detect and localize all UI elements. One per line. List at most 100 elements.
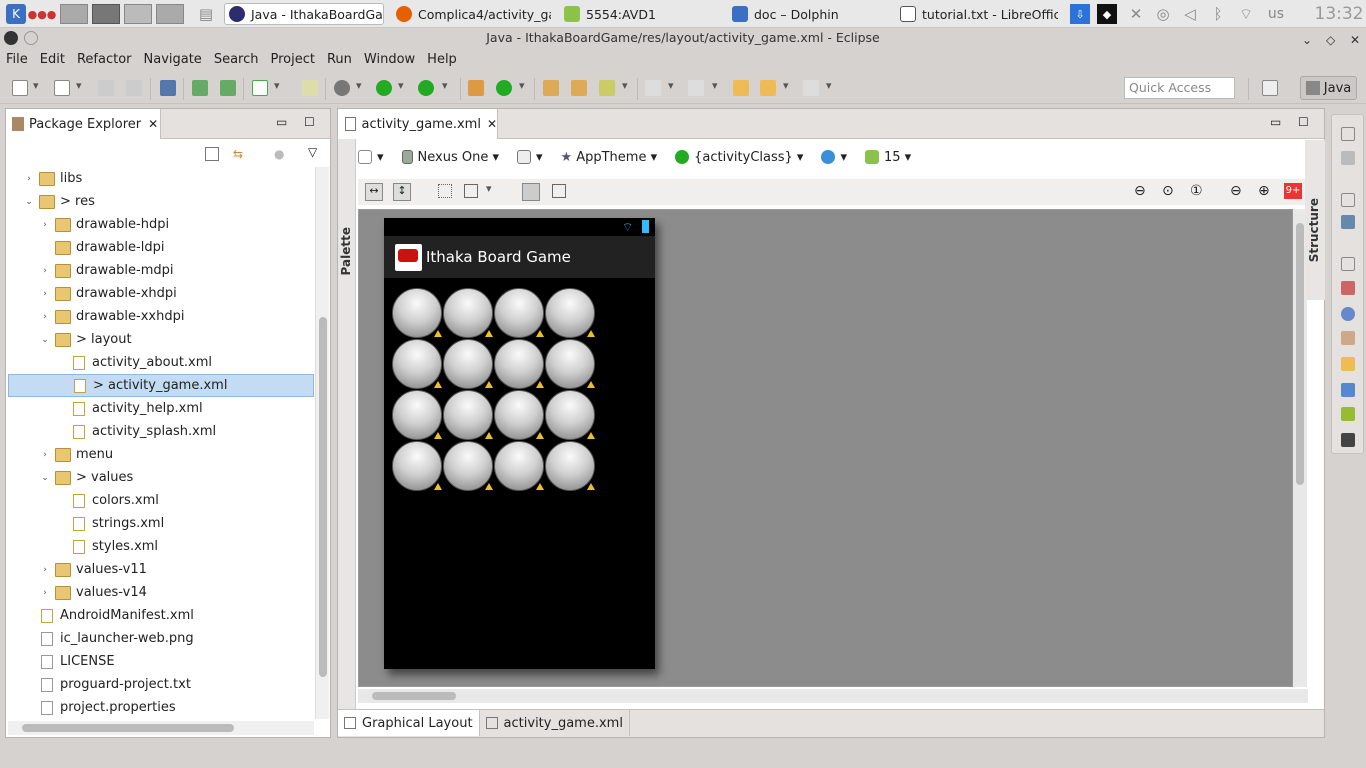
bluetooth-icon[interactable]: ᛒ bbox=[1208, 4, 1228, 24]
tree-item[interactable]: › libs bbox=[8, 167, 314, 190]
menu-help[interactable]: Help bbox=[421, 52, 463, 67]
tree-item[interactable]: strings.xml bbox=[8, 512, 314, 535]
lint-warnings-badge[interactable]: 9+ bbox=[1284, 183, 1302, 199]
desktop-3-icon[interactable] bbox=[124, 4, 152, 24]
tree-item[interactable]: › drawable-mdpi bbox=[8, 259, 314, 282]
wifi-icon[interactable]: ⌔ bbox=[1236, 4, 1256, 24]
link-editor-icon[interactable]: ⇆ bbox=[233, 147, 247, 161]
activity-selector[interactable]: {activityClass} ▾ bbox=[675, 150, 803, 165]
save-all-icon[interactable] bbox=[126, 80, 142, 96]
checkbox-dropdown-icon[interactable]: ▾ bbox=[274, 79, 280, 92]
network-icon[interactable]: ◎ bbox=[1153, 4, 1173, 24]
task-eclipse[interactable]: Java - IthakaBoardGam bbox=[224, 3, 384, 25]
debug-config-icon[interactable] bbox=[160, 80, 176, 96]
java-perspective-button[interactable]: Java bbox=[1300, 76, 1357, 100]
maximize-view-icon[interactable]: ☐ bbox=[304, 115, 315, 129]
new-class-icon[interactable] bbox=[496, 80, 512, 96]
collapse-arrow-icon[interactable]: ⌄ bbox=[40, 473, 50, 483]
api-selector[interactable]: 15 ▾ bbox=[865, 150, 911, 165]
expand-arrow-icon[interactable]: › bbox=[24, 174, 34, 184]
zoom-out-icon[interactable]: ⊖ bbox=[1230, 183, 1242, 199]
restore-icon[interactable] bbox=[1341, 193, 1355, 207]
fill-width-icon[interactable]: ↔ bbox=[365, 183, 383, 201]
device-selector[interactable]: Nexus One ▾ bbox=[401, 150, 499, 165]
task-firefox[interactable]: Complica4/activity_gam bbox=[396, 3, 551, 25]
save-icon[interactable] bbox=[98, 80, 114, 96]
dropbox-icon[interactable]: ◆ bbox=[1097, 4, 1117, 24]
tab-package-explorer[interactable]: Package Explorer ✕ bbox=[6, 109, 161, 139]
lint-icon[interactable] bbox=[302, 80, 318, 96]
open-perspective-icon[interactable] bbox=[1262, 80, 1278, 96]
new-package-icon[interactable] bbox=[468, 80, 484, 96]
new-project-dropdown-icon[interactable]: ▾ bbox=[76, 79, 82, 92]
task-libreoffice[interactable]: tutorial.txt - LibreOffic bbox=[900, 3, 1058, 25]
checkbox-tool-icon[interactable] bbox=[252, 80, 268, 96]
debug-dropdown-icon[interactable]: ▾ bbox=[356, 79, 362, 92]
update-icon[interactable]: ⇩ bbox=[1070, 4, 1090, 24]
search-view-icon[interactable] bbox=[1341, 357, 1355, 371]
search-tool-icon[interactable] bbox=[599, 80, 615, 96]
scroll-thumb[interactable] bbox=[372, 692, 456, 700]
desktop-2-icon[interactable] bbox=[92, 4, 120, 24]
quick-access-input[interactable]: Quick Access bbox=[1124, 77, 1235, 99]
tools-icon[interactable]: ✕ bbox=[1126, 4, 1146, 24]
tree-item[interactable]: activity_splash.xml bbox=[8, 420, 314, 443]
tree-item[interactable]: ⌄ > layout bbox=[8, 328, 314, 351]
clock[interactable]: 13:32 bbox=[1314, 4, 1364, 24]
zoom-fit-icon[interactable]: ⊖ bbox=[1134, 183, 1146, 199]
keyboard-layout[interactable]: us bbox=[1264, 4, 1288, 24]
tree-item[interactable]: activity_about.xml bbox=[8, 351, 314, 374]
new-dropdown-icon[interactable]: ▾ bbox=[33, 79, 39, 92]
margins-icon[interactable] bbox=[438, 184, 452, 198]
theme-selector[interactable]: ★ AppTheme ▾ bbox=[561, 150, 658, 165]
menu-refactor[interactable]: Refactor bbox=[71, 52, 138, 67]
declaration-icon[interactable] bbox=[1341, 331, 1355, 345]
desktop-1-icon[interactable] bbox=[60, 4, 88, 24]
menu-run[interactable]: Run bbox=[321, 52, 358, 67]
back-icon[interactable] bbox=[760, 80, 776, 96]
prev-annotation-icon[interactable] bbox=[688, 80, 704, 96]
back-dropdown-icon[interactable]: ▾ bbox=[783, 79, 789, 92]
devices-icon[interactable] bbox=[1341, 433, 1355, 447]
zoom-in-icon[interactable]: ⊕ bbox=[1258, 183, 1270, 199]
run-dropdown-icon[interactable]: ▾ bbox=[398, 79, 404, 92]
orientation-selector[interactable]: ▾ bbox=[517, 150, 543, 165]
desktop-4-icon[interactable] bbox=[156, 4, 184, 24]
layout-canvas[interactable]: ⌔ Ithaka Board Game bbox=[358, 209, 1293, 687]
config-selector[interactable]: ▾ bbox=[358, 150, 384, 165]
tree-item[interactable]: project.properties bbox=[8, 696, 314, 719]
tab-xml-source[interactable]: activity_game.xml bbox=[480, 710, 630, 736]
run-external-dropdown-icon[interactable]: ▾ bbox=[442, 79, 448, 92]
tree-item[interactable]: LICENSE bbox=[8, 650, 314, 673]
canvas-horizontal-scrollbar[interactable] bbox=[358, 689, 1308, 703]
android-sdk-icon[interactable] bbox=[192, 80, 208, 96]
scroll-thumb[interactable] bbox=[1296, 223, 1304, 485]
minimize-icon[interactable]: ⌄ bbox=[1302, 30, 1312, 50]
close-tab-icon[interactable]: ✕ bbox=[148, 117, 158, 131]
tab-activity-game-xml[interactable]: activity_game.xml ✕ bbox=[338, 109, 498, 139]
gravity-icon[interactable] bbox=[464, 184, 478, 198]
tree-item[interactable]: › values-v11 bbox=[8, 558, 314, 581]
structure-panel[interactable]: Structure bbox=[1305, 140, 1325, 300]
tree-item[interactable]: proguard-project.txt bbox=[8, 673, 314, 696]
menu-window[interactable]: Window bbox=[358, 52, 421, 67]
menu-file[interactable]: File bbox=[0, 52, 34, 67]
collapse-all-icon[interactable] bbox=[205, 147, 219, 161]
task-avd[interactable]: 5554:AVD1 bbox=[564, 3, 714, 25]
expand-arrow-icon[interactable]: › bbox=[40, 565, 50, 575]
minimize-view-icon[interactable]: ▭ bbox=[276, 115, 287, 129]
tree-horizontal-scrollbar[interactable] bbox=[8, 721, 314, 735]
forward-dropdown-icon[interactable]: ▾ bbox=[826, 79, 832, 92]
last-edit-icon[interactable] bbox=[733, 80, 749, 96]
new-class-dropdown-icon[interactable]: ▾ bbox=[519, 79, 525, 92]
tree-item[interactable]: › drawable-xhdpi bbox=[8, 282, 314, 305]
avd-manager-icon[interactable] bbox=[220, 80, 236, 96]
zoom-actual-icon[interactable]: ⊙ bbox=[1162, 183, 1174, 199]
logcat-icon[interactable] bbox=[1341, 407, 1355, 421]
activities-icon[interactable]: ●●● bbox=[28, 4, 57, 24]
restore-icon[interactable] bbox=[1341, 127, 1355, 141]
tree-item[interactable]: ic_launcher-web.png bbox=[8, 627, 314, 650]
open-type-icon[interactable] bbox=[543, 80, 559, 96]
javadoc-icon[interactable] bbox=[1341, 307, 1355, 321]
task-dolphin[interactable]: doc – Dolphin bbox=[732, 3, 882, 25]
